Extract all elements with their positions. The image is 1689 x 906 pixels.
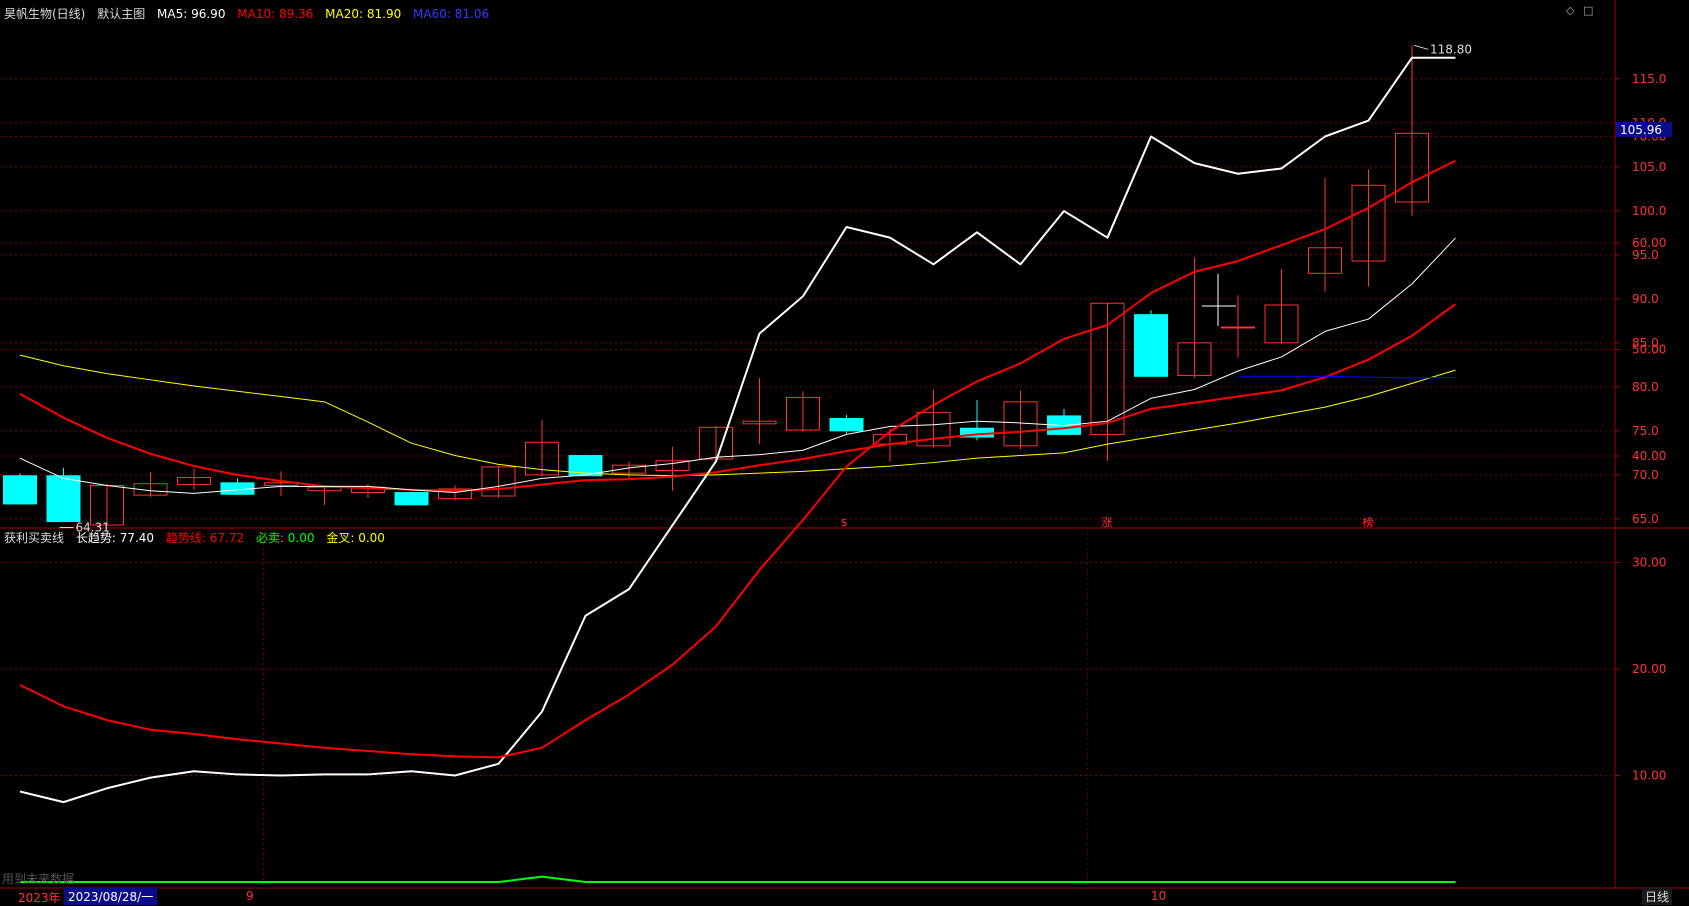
candle-body bbox=[829, 418, 864, 432]
main-chart-header: 昊帆生物(日线) 默认主图 MA5: 96.90 MA10: 89.36 MA2… bbox=[4, 5, 497, 22]
candle-body bbox=[3, 475, 37, 505]
indicator-name[interactable]: 获利买卖线 bbox=[4, 531, 64, 545]
template-name[interactable]: 默认主图 bbox=[97, 7, 145, 21]
axis-layer: 65.070.075.080.085.090.095.0100.0105.011… bbox=[1615, 72, 1672, 783]
trend-line bbox=[19, 159, 1456, 759]
must-sell-label: 必卖: 0.00 bbox=[255, 531, 315, 545]
high-pointer bbox=[1413, 44, 1429, 50]
sub-tick-label: 60.00 bbox=[1632, 236, 1666, 250]
sub-chart-header: 获利买卖线 长趋势: 77.40 趋势线: 67.72 必卖: 0.00 金叉:… bbox=[4, 529, 393, 546]
high-label: 118.80 bbox=[1430, 42, 1472, 56]
main-tick-label: 70.0 bbox=[1632, 468, 1659, 482]
year-label: 2023年 bbox=[18, 891, 61, 905]
long-trend-label: 长趋势: 77.40 bbox=[75, 531, 155, 545]
candle-body bbox=[1134, 314, 1168, 377]
main-tick-label: 65.0 bbox=[1632, 512, 1659, 526]
cursor-date-label: 2023/08/28/一 bbox=[64, 888, 158, 905]
month-10-label: 10 bbox=[1151, 889, 1167, 903]
period-button[interactable]: 日线 bbox=[1642, 888, 1673, 905]
event-marker: 涨 bbox=[1102, 516, 1113, 529]
event-marker: $ bbox=[841, 516, 848, 529]
golden-cross-label: 金叉: 0.00 bbox=[326, 531, 385, 545]
square-icon[interactable]: □ bbox=[1583, 4, 1593, 17]
main-tick-label: 100.0 bbox=[1632, 204, 1666, 218]
ma60-label: MA60: 81.06 bbox=[413, 7, 490, 21]
candle-body bbox=[1221, 326, 1255, 329]
month-9-label: 9 bbox=[246, 889, 254, 903]
watermark: 用到未来数据 bbox=[2, 872, 75, 886]
long-trend-line bbox=[19, 56, 1456, 804]
trend-line-label: 趋势线: 67.72 bbox=[165, 531, 245, 545]
event-marker: 榜 bbox=[1363, 515, 1374, 529]
main-tick-label: 105.0 bbox=[1632, 160, 1666, 174]
sub-chart-layer bbox=[19, 56, 1456, 883]
stock-chart[interactable]: 118.8064.31 $ 涨榜 65.070.075.080.085.090.09… bbox=[0, 0, 1689, 905]
main-chart-layer: 118.8064.31 $ 涨榜 bbox=[3, 42, 1472, 535]
ma60-line bbox=[1238, 375, 1456, 379]
main-tick-label: 115.0 bbox=[1632, 72, 1666, 86]
main-tick-label: 90.0 bbox=[1632, 292, 1659, 306]
candle-body bbox=[46, 475, 81, 523]
sub-tick-label: 10.00 bbox=[1632, 769, 1666, 783]
ma10-label: MA10: 89.36 bbox=[237, 7, 314, 21]
ma20-label: MA20: 81.90 bbox=[325, 7, 402, 21]
sub-tick-label: 30.00 bbox=[1632, 556, 1666, 570]
sub-tick-label: 50.00 bbox=[1632, 343, 1666, 357]
main-tick-label: 75.0 bbox=[1632, 424, 1659, 438]
sub-tick-label: 20.00 bbox=[1632, 662, 1666, 676]
stock-name[interactable]: 昊帆生物(日线) bbox=[4, 7, 85, 21]
must-sell-line bbox=[20, 875, 1456, 883]
sub-tick-label: 40.00 bbox=[1632, 449, 1666, 463]
ma5-label: MA5: 96.90 bbox=[157, 7, 226, 21]
diamond-icon[interactable]: ◇ bbox=[1566, 4, 1574, 17]
grid-layer bbox=[0, 0, 1689, 905]
candle-body bbox=[394, 491, 429, 506]
main-tick-label: 80.0 bbox=[1632, 380, 1659, 394]
current-price-label: 105.96 bbox=[1620, 123, 1662, 137]
ma20-line bbox=[19, 354, 1456, 477]
ma5-line bbox=[19, 237, 1456, 494]
